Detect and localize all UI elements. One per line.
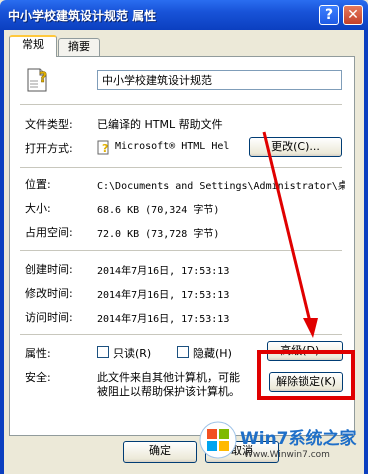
watermark-brand: Win7系统之家 (240, 429, 357, 449)
annotation-arrow (262, 131, 318, 338)
watermark: Win7系统之家 Www.Winwin7.com (196, 418, 364, 470)
watermark-url: Www.Winwin7.com (244, 450, 330, 460)
properties-window: 中小学校建筑设计规范 属性 ? ✕ 常规 摘要 ? 文件类型: 已编译的 HTM… (0, 0, 368, 474)
windows-logo-icon (199, 421, 237, 459)
